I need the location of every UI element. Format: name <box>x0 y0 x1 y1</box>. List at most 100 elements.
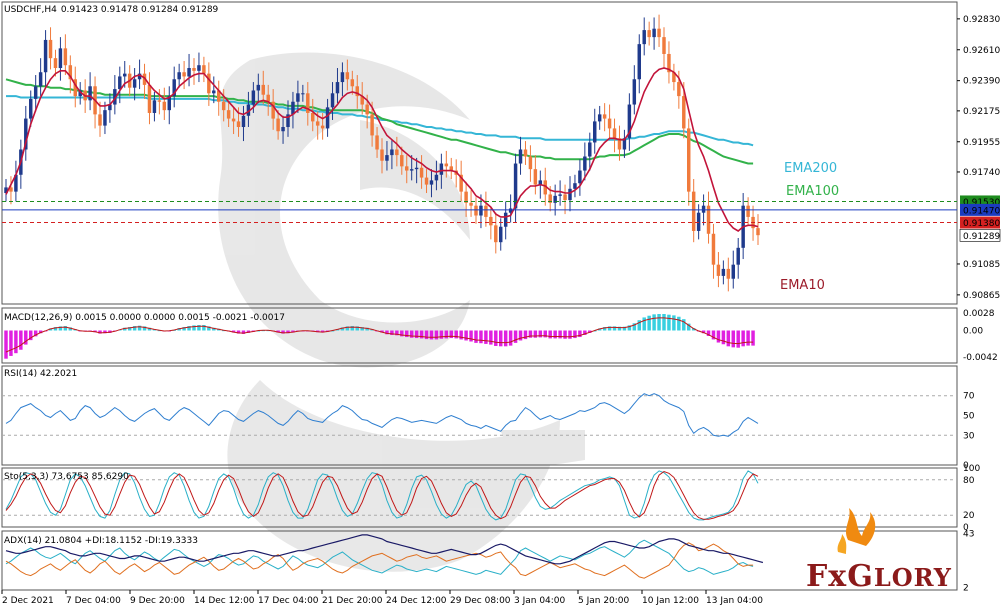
candle-body <box>523 149 528 157</box>
macd-bar <box>563 330 567 339</box>
usdchf-h4-chart: 0.92830 0.92610 0.92390 0.92175 0.91955 0.917… <box>1 1 1000 606</box>
candle-body <box>296 93 300 102</box>
rsi-label: RSI(14) 42.2021 <box>4 369 77 379</box>
macd-bar <box>484 330 488 344</box>
price-tick-label: 0.90865 <box>963 291 1000 301</box>
macd-bar <box>716 330 721 343</box>
macd-bar <box>14 330 18 354</box>
candle-body <box>182 72 186 77</box>
candle-body <box>197 65 201 71</box>
macd-bar <box>414 330 419 339</box>
candle-body <box>578 170 582 184</box>
candle-body <box>98 114 102 126</box>
time-tick-label: 9 Dec 20:00 <box>130 596 185 606</box>
price-tick-label: 0.92390 <box>963 77 1000 87</box>
candle-body <box>612 128 617 139</box>
macd-bar <box>672 315 676 331</box>
candle-body <box>602 114 607 119</box>
macd-bar <box>533 330 538 338</box>
candle-body <box>489 216 493 226</box>
candle-body <box>207 73 211 94</box>
stochastic-label: Sto(5,3,3) 73.6753 85.6290 <box>4 472 129 482</box>
candle-body <box>281 127 285 132</box>
candle-body <box>390 149 394 156</box>
candle-body <box>652 28 656 38</box>
candle-body <box>132 79 137 88</box>
macd-tick-label: -0.0042 <box>963 353 998 363</box>
stoch-tick-label: 100 <box>963 464 980 474</box>
candle-body <box>400 155 404 167</box>
candlesticks <box>4 14 760 292</box>
macd-bar <box>439 330 444 339</box>
candle-body <box>682 96 686 129</box>
macd-bar <box>489 330 493 345</box>
macd-bar <box>9 330 13 356</box>
time-tick-label: 3 Jan 04:00 <box>514 596 566 606</box>
macd-bar <box>449 330 453 339</box>
candle-body <box>518 149 523 164</box>
macd-bar <box>419 330 424 339</box>
candle-body <box>157 100 162 102</box>
candle-body <box>583 156 587 171</box>
macd-bar <box>662 314 666 331</box>
candle-body <box>568 188 572 201</box>
candle-body <box>607 118 612 129</box>
macd-bar <box>434 330 439 340</box>
candle-body <box>696 212 701 231</box>
candle-body <box>573 183 577 189</box>
candle-body <box>484 205 488 217</box>
candle-body <box>716 264 721 276</box>
price-tick-label: 0.91955 <box>963 138 1000 148</box>
macd-bar <box>459 330 463 340</box>
macd-bar <box>558 330 562 339</box>
macd-tick-label: 0.00 <box>963 327 983 337</box>
price-tag-label: 0.91470 <box>963 206 1000 216</box>
candle-body <box>350 79 355 87</box>
time-tick-label: 14 Dec 12:00 <box>194 596 255 606</box>
macd-bar <box>503 330 508 347</box>
symbol-ohlc-label: USDCHF,H4 0.91423 0.91478 0.91284 0.91289 <box>4 5 219 15</box>
macd-tick-label: 0.0028 <box>963 309 995 319</box>
candle-body <box>385 155 389 161</box>
macd-bar <box>464 330 468 341</box>
candle-body <box>330 93 335 108</box>
macd-bar <box>726 330 731 347</box>
time-tick-label: 21 Dec 20:00 <box>322 596 383 606</box>
macd-bar <box>568 330 572 339</box>
candle-body <box>177 72 181 80</box>
candle-body <box>597 114 602 122</box>
price-tag-label: 0.91289 <box>963 232 1000 242</box>
candle-body <box>58 48 63 69</box>
adx-tick-label: 2 <box>963 583 969 593</box>
price-tick-label: 0.91740 <box>963 168 1000 178</box>
candle-body <box>226 110 231 119</box>
macd-bar <box>429 330 434 340</box>
macd-bar <box>647 315 651 331</box>
macd-bar <box>424 330 429 340</box>
candle-body <box>365 104 369 115</box>
candle-body <box>494 225 498 243</box>
candle-body <box>642 30 646 45</box>
price-tick-label: 0.91085 <box>963 260 1000 270</box>
candle-body <box>662 37 666 54</box>
candle-body <box>593 121 597 143</box>
candle-body <box>162 101 167 111</box>
macd-bar <box>652 314 656 331</box>
adx-tick-label: 43 <box>963 530 974 540</box>
price-axis: 0.92830 0.92610 0.92390 0.92175 0.91955 0.917… <box>957 15 1000 301</box>
macd-bar <box>469 330 473 342</box>
candle-body <box>701 205 706 213</box>
candle-body <box>241 115 246 128</box>
candle-body <box>687 128 691 192</box>
macd-bar <box>409 330 414 338</box>
candle-body <box>479 205 483 216</box>
macd-bar <box>494 330 498 346</box>
candle-body <box>43 39 48 73</box>
candle-body <box>647 30 651 38</box>
candle-body <box>469 202 473 206</box>
macd-label: MACD(12,26,9) 0.0015 0.0000 0.0000 0.001… <box>4 313 285 323</box>
candle-body <box>637 44 641 80</box>
macd-bar <box>657 314 661 331</box>
price-tag-label: 0.91380 <box>963 219 1000 229</box>
ema10-label: EMA10 <box>780 278 825 293</box>
